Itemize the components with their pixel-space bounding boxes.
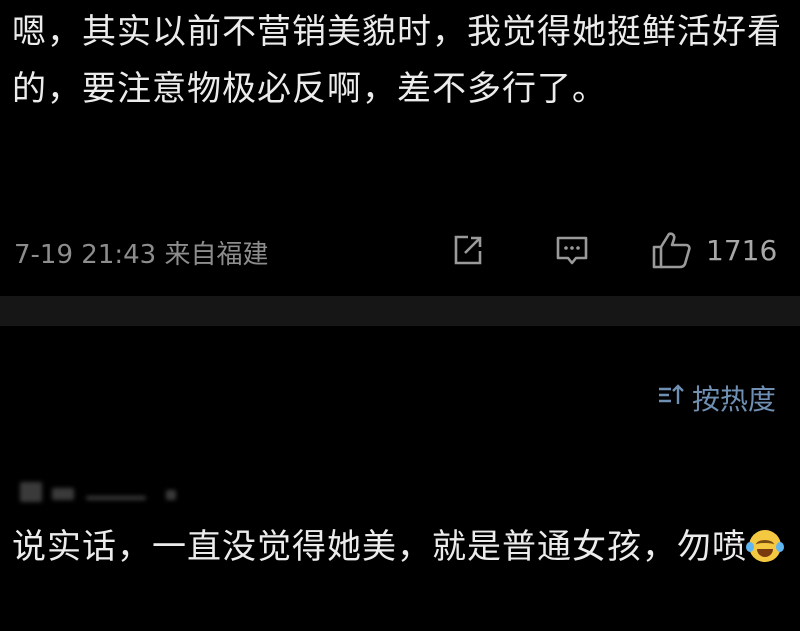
comment-item: 说实话，一直没觉得她美，就是普通女孩，勿喷	[0, 462, 800, 631]
thumbs-up-icon	[650, 229, 694, 271]
post-text: 嗯，其实以前不营销美貌时，我觉得她挺鲜活好看的，要注意物极必反啊，差不多行了。	[12, 12, 782, 109]
comment-button[interactable]	[552, 230, 592, 270]
post-time-location: 7-19 21:43 来自福建	[14, 240, 269, 270]
laugh-cry-emoji-icon	[746, 530, 784, 562]
like-count: 1716	[706, 233, 778, 267]
sort-row: 按热度	[0, 370, 800, 420]
sort-button[interactable]: 按热度	[656, 378, 776, 418]
post-card: 嗯，其实以前不营销美貌时，我觉得她挺鲜活好看的，要注意物极必反啊，差不多行了。 …	[0, 0, 800, 296]
sort-icon	[656, 380, 692, 417]
share-button[interactable]	[448, 230, 488, 270]
comment-icon	[552, 230, 592, 270]
sort-label: 按热度	[691, 383, 776, 416]
post-meta-row: 7-19 21:43 来自福建 1716	[0, 228, 800, 272]
comment-text: 说实话，一直没觉得她美，就是普通女孩，勿喷	[12, 520, 788, 574]
like-button[interactable]: 1716	[650, 230, 777, 270]
commenter-name-blurred	[16, 476, 186, 506]
section-divider	[0, 296, 800, 326]
comment-body: 说实话，一直没觉得她美，就是普通女孩，勿喷	[12, 527, 747, 567]
share-icon	[448, 230, 488, 270]
